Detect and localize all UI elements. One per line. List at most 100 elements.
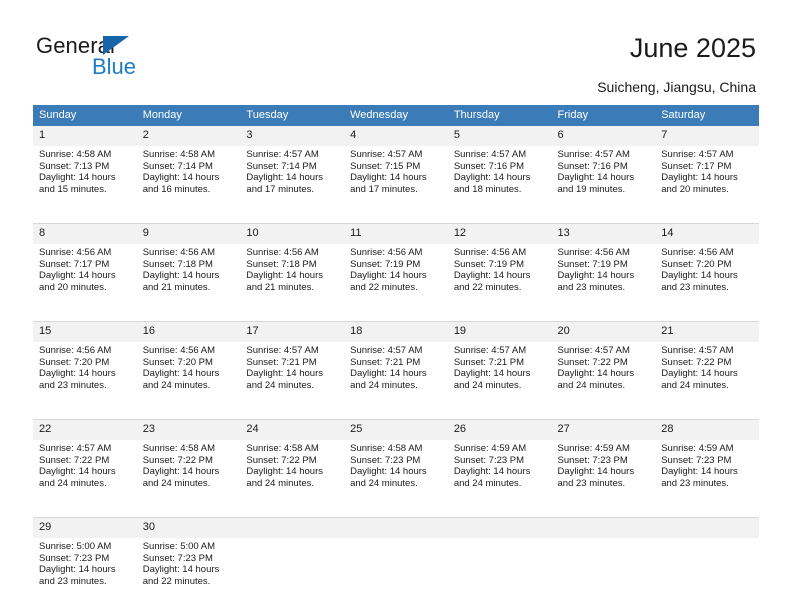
- weekday-header-wednesday: Wednesday: [344, 105, 448, 126]
- sunset-text: Sunset: 7:20 PM: [142, 356, 213, 368]
- day-cell[interactable]: Sunrise: 4:57 AM Sunset: 7:21 PM Dayligh…: [447, 342, 552, 409]
- day-cell[interactable]: Sunrise: 4:59 AM Sunset: 7:23 PM Dayligh…: [551, 440, 656, 507]
- daylight-text-line2: and 23 minutes.: [661, 477, 729, 489]
- sunrise-text: Sunrise: 4:56 AM: [453, 247, 527, 258]
- day-cell[interactable]: Sunrise: 4:57 AM Sunset: 7:17 PM Dayligh…: [655, 146, 759, 213]
- daylight-text-line1: Daylight: 14 hours: [142, 466, 220, 478]
- sunrise-text: Sunrise: 4:57 AM: [350, 345, 423, 356]
- day-cell[interactable]: Sunrise: 4:56 AM Sunset: 7:20 PM Dayligh…: [33, 342, 137, 409]
- day-number[interactable]: 4: [344, 126, 448, 146]
- logo-text-blue: Blue: [92, 54, 137, 79]
- day-cell[interactable]: Sunrise: 4:58 AM Sunset: 7:22 PM Dayligh…: [240, 440, 345, 507]
- general-blue-logo[interactable]: General Blue: [36, 33, 216, 81]
- day-cell[interactable]: Sunrise: 4:57 AM Sunset: 7:16 PM Dayligh…: [551, 146, 656, 213]
- sunset-text: Sunset: 7:14 PM: [142, 160, 213, 172]
- day-number[interactable]: 28: [655, 419, 759, 440]
- day-number[interactable]: 13: [551, 223, 656, 244]
- day-number[interactable]: 5: [447, 126, 552, 146]
- day-number[interactable]: 29: [33, 517, 137, 538]
- calendar-body: 1 2 3 4 5 6 7 Sunrise: 4:58 AM Sunset: 7…: [33, 126, 759, 605]
- day-number[interactable]: 17: [240, 321, 345, 342]
- daylight-text-line1: Daylight: 14 hours: [453, 368, 531, 380]
- sunset-text: Sunset: 7:22 PM: [39, 454, 110, 466]
- day-cell[interactable]: Sunrise: 4:57 AM Sunset: 7:22 PM Dayligh…: [551, 342, 656, 409]
- day-cell[interactable]: Sunrise: 4:56 AM Sunset: 7:17 PM Dayligh…: [33, 244, 137, 311]
- day-number[interactable]: 24: [240, 419, 345, 440]
- weekday-header-thursday: Thursday: [447, 105, 552, 126]
- sunset-text: Sunset: 7:19 PM: [453, 258, 525, 270]
- day-number[interactable]: 27: [551, 419, 656, 440]
- day-cell[interactable]: Sunrise: 4:59 AM Sunset: 7:23 PM Dayligh…: [447, 440, 552, 507]
- day-number[interactable]: 26: [447, 419, 552, 440]
- day-number[interactable]: 9: [136, 223, 241, 244]
- day-number[interactable]: 18: [344, 321, 448, 342]
- day-number[interactable]: 16: [136, 321, 241, 342]
- sunset-text: Sunset: 7:20 PM: [661, 258, 732, 270]
- daylight-text-line1: Daylight: 14 hours: [142, 172, 220, 184]
- day-number[interactable]: 2: [136, 126, 241, 146]
- sunrise-text: Sunrise: 4:57 AM: [453, 345, 527, 356]
- day-cell[interactable]: Sunrise: 4:56 AM Sunset: 7:19 PM Dayligh…: [447, 244, 552, 311]
- day-number[interactable]: 14: [655, 223, 759, 244]
- day-cell[interactable]: Sunrise: 4:58 AM Sunset: 7:14 PM Dayligh…: [136, 146, 241, 213]
- daylight-text-line1: Daylight: 14 hours: [246, 466, 323, 478]
- day-number[interactable]: 7: [655, 126, 759, 146]
- week-3-details: Sunrise: 4:56 AM Sunset: 7:20 PM Dayligh…: [33, 342, 759, 409]
- day-cell[interactable]: Sunrise: 5:00 AM Sunset: 7:23 PM Dayligh…: [33, 538, 137, 605]
- sunrise-text: Sunrise: 4:58 AM: [142, 149, 216, 160]
- sunrise-text: Sunrise: 4:57 AM: [453, 149, 527, 160]
- day-cell[interactable]: Sunrise: 4:57 AM Sunset: 7:21 PM Dayligh…: [240, 342, 345, 409]
- day-cell[interactable]: Sunrise: 4:57 AM Sunset: 7:22 PM Dayligh…: [33, 440, 137, 507]
- daylight-text-line1: Daylight: 14 hours: [453, 466, 531, 478]
- sunrise-text: Sunrise: 4:57 AM: [557, 345, 630, 356]
- day-number[interactable]: 11: [344, 223, 448, 244]
- daylight-text-line1: Daylight: 14 hours: [350, 172, 427, 184]
- day-cell[interactable]: Sunrise: 4:57 AM Sunset: 7:22 PM Dayligh…: [655, 342, 759, 409]
- day-cell[interactable]: Sunrise: 4:56 AM Sunset: 7:20 PM Dayligh…: [136, 342, 241, 409]
- day-cell[interactable]: Sunrise: 4:59 AM Sunset: 7:23 PM Dayligh…: [655, 440, 759, 507]
- sunset-text: Sunset: 7:17 PM: [661, 160, 732, 172]
- daylight-text-line1: Daylight: 14 hours: [453, 172, 531, 184]
- day-cell[interactable]: Sunrise: 4:58 AM Sunset: 7:23 PM Dayligh…: [344, 440, 448, 507]
- daylight-text-line2: and 18 minutes.: [453, 183, 522, 195]
- day-cell[interactable]: Sunrise: 4:57 AM Sunset: 7:21 PM Dayligh…: [344, 342, 448, 409]
- day-cell[interactable]: Sunrise: 4:56 AM Sunset: 7:18 PM Dayligh…: [136, 244, 241, 311]
- daylight-text-line1: Daylight: 14 hours: [661, 270, 738, 282]
- day-number[interactable]: 8: [33, 223, 137, 244]
- day-cell[interactable]: Sunrise: 4:57 AM Sunset: 7:16 PM Dayligh…: [447, 146, 552, 213]
- day-number[interactable]: 22: [33, 419, 137, 440]
- day-number[interactable]: 21: [655, 321, 759, 342]
- day-cell-empty: [655, 538, 759, 605]
- day-number[interactable]: 15: [33, 321, 137, 342]
- page-header: General Blue June 2025 Suicheng, Jiangsu…: [0, 0, 792, 100]
- day-cell[interactable]: Sunrise: 5:00 AM Sunset: 7:23 PM Dayligh…: [136, 538, 241, 605]
- day-cell[interactable]: Sunrise: 4:58 AM Sunset: 7:22 PM Dayligh…: [136, 440, 241, 507]
- daylight-text-line1: Daylight: 14 hours: [246, 172, 323, 184]
- day-number[interactable]: 10: [240, 223, 345, 244]
- day-number[interactable]: 20: [551, 321, 656, 342]
- day-number[interactable]: 30: [136, 517, 241, 538]
- daylight-text-line2: and 24 minutes.: [142, 477, 211, 489]
- daylight-text-line2: and 24 minutes.: [350, 379, 418, 391]
- day-cell[interactable]: Sunrise: 4:57 AM Sunset: 7:14 PM Dayligh…: [240, 146, 345, 213]
- day-number[interactable]: 12: [447, 223, 552, 244]
- daylight-text-line2: and 24 minutes.: [557, 379, 626, 391]
- weekday-header-saturday: Saturday: [655, 105, 759, 126]
- day-cell[interactable]: Sunrise: 4:56 AM Sunset: 7:18 PM Dayligh…: [240, 244, 345, 311]
- day-number[interactable]: 1: [33, 126, 137, 146]
- day-cell[interactable]: Sunrise: 4:56 AM Sunset: 7:19 PM Dayligh…: [344, 244, 448, 311]
- day-number[interactable]: 25: [344, 419, 448, 440]
- day-cell[interactable]: Sunrise: 4:58 AM Sunset: 7:13 PM Dayligh…: [33, 146, 137, 213]
- day-cell[interactable]: Sunrise: 4:57 AM Sunset: 7:15 PM Dayligh…: [344, 146, 448, 213]
- week-3-daynumbers: 15 16 17 18 19 20 21: [33, 321, 759, 342]
- day-number[interactable]: 3: [240, 126, 345, 146]
- day-number[interactable]: 6: [551, 126, 656, 146]
- day-number[interactable]: 23: [136, 419, 241, 440]
- day-cell[interactable]: Sunrise: 4:56 AM Sunset: 7:19 PM Dayligh…: [551, 244, 656, 311]
- daylight-text-line2: and 24 minutes.: [246, 477, 315, 489]
- sunset-text: Sunset: 7:23 PM: [142, 552, 213, 564]
- sunset-text: Sunset: 7:18 PM: [142, 258, 213, 270]
- daylight-text-line2: and 23 minutes.: [557, 477, 626, 489]
- day-cell[interactable]: Sunrise: 4:56 AM Sunset: 7:20 PM Dayligh…: [655, 244, 759, 311]
- day-number[interactable]: 19: [447, 321, 552, 342]
